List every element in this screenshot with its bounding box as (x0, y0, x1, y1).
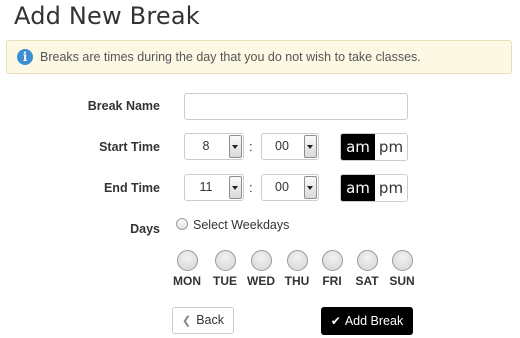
start-pm-button[interactable]: pm (375, 134, 407, 160)
day-checkbox[interactable] (250, 250, 272, 271)
day-checkbox[interactable] (286, 250, 308, 271)
day-label: TUE (213, 274, 237, 288)
select-weekdays-radio[interactable] (176, 218, 188, 230)
back-button-label: Back (196, 313, 224, 327)
break-name-input[interactable] (184, 93, 408, 120)
start-period-toggle[interactable]: am pm (340, 133, 408, 161)
select-weekdays-label: Select Weekdays (193, 218, 290, 232)
day-label: MON (173, 274, 201, 288)
end-minute-value: 00 (275, 180, 289, 194)
day-checkbox[interactable] (176, 250, 198, 271)
day-label: THU (284, 274, 310, 288)
start-minute-select[interactable]: 00 (261, 133, 319, 160)
add-break-button-label: Add Break (344, 314, 404, 328)
day-checkbox[interactable] (391, 250, 413, 271)
day-label: FRI (322, 274, 342, 288)
start-hour-select[interactable]: 8 (184, 133, 244, 160)
end-period-toggle[interactable]: am pm (340, 174, 408, 202)
check-icon: ✔ (330, 314, 341, 328)
start-am-button[interactable]: am (341, 134, 375, 160)
chevron-down-icon[interactable] (304, 135, 317, 158)
end-time-separator: : (249, 180, 253, 195)
chevron-left-icon: ❮ (181, 315, 192, 327)
end-pm-button[interactable]: pm (375, 175, 407, 201)
start-hour-value: 8 (202, 139, 210, 153)
alert-text: Breaks are times during the day that you… (40, 50, 421, 64)
day-checkbox[interactable] (321, 250, 343, 271)
end-hour-value: 11 (199, 180, 213, 194)
day-label: WED (247, 274, 275, 288)
info-icon: i (17, 49, 33, 65)
days-label: Days (130, 222, 160, 236)
back-button[interactable]: ❮ Back (172, 307, 234, 334)
break-name-label: Break Name (87, 99, 160, 113)
day-toggle-fri[interactable]: FRI (312, 250, 352, 288)
start-time-label: Start Time (99, 140, 160, 154)
end-am-button[interactable]: am (341, 175, 375, 201)
day-toggle-wed[interactable]: WED (241, 250, 281, 288)
day-toggle-tue[interactable]: TUE (205, 250, 245, 288)
end-minute-select[interactable]: 00 (261, 174, 319, 201)
day-checkbox[interactable] (356, 250, 378, 271)
day-label: SUN (389, 274, 415, 288)
page-title: Add New Break (14, 2, 200, 30)
start-minute-value: 00 (275, 139, 289, 153)
chevron-down-icon[interactable] (229, 176, 242, 199)
day-toggle-mon[interactable]: MON (167, 250, 207, 288)
end-time-label: End Time (103, 181, 160, 195)
day-toggle-sun[interactable]: SUN (382, 250, 422, 288)
start-time-separator: : (249, 139, 253, 154)
select-weekdays-option[interactable]: Select Weekdays (176, 218, 289, 232)
end-hour-select[interactable]: 11 (184, 174, 244, 201)
day-checkbox[interactable] (214, 250, 236, 271)
chevron-down-icon[interactable] (304, 176, 317, 199)
chevron-down-icon[interactable] (229, 135, 242, 158)
day-label: SAT (355, 274, 379, 288)
day-toggle-thu[interactable]: THU (277, 250, 317, 288)
info-alert: i Breaks are times during the day that y… (6, 40, 512, 74)
day-toggle-sat[interactable]: SAT (347, 250, 387, 288)
add-break-button[interactable]: ✔ Add Break (321, 307, 413, 335)
